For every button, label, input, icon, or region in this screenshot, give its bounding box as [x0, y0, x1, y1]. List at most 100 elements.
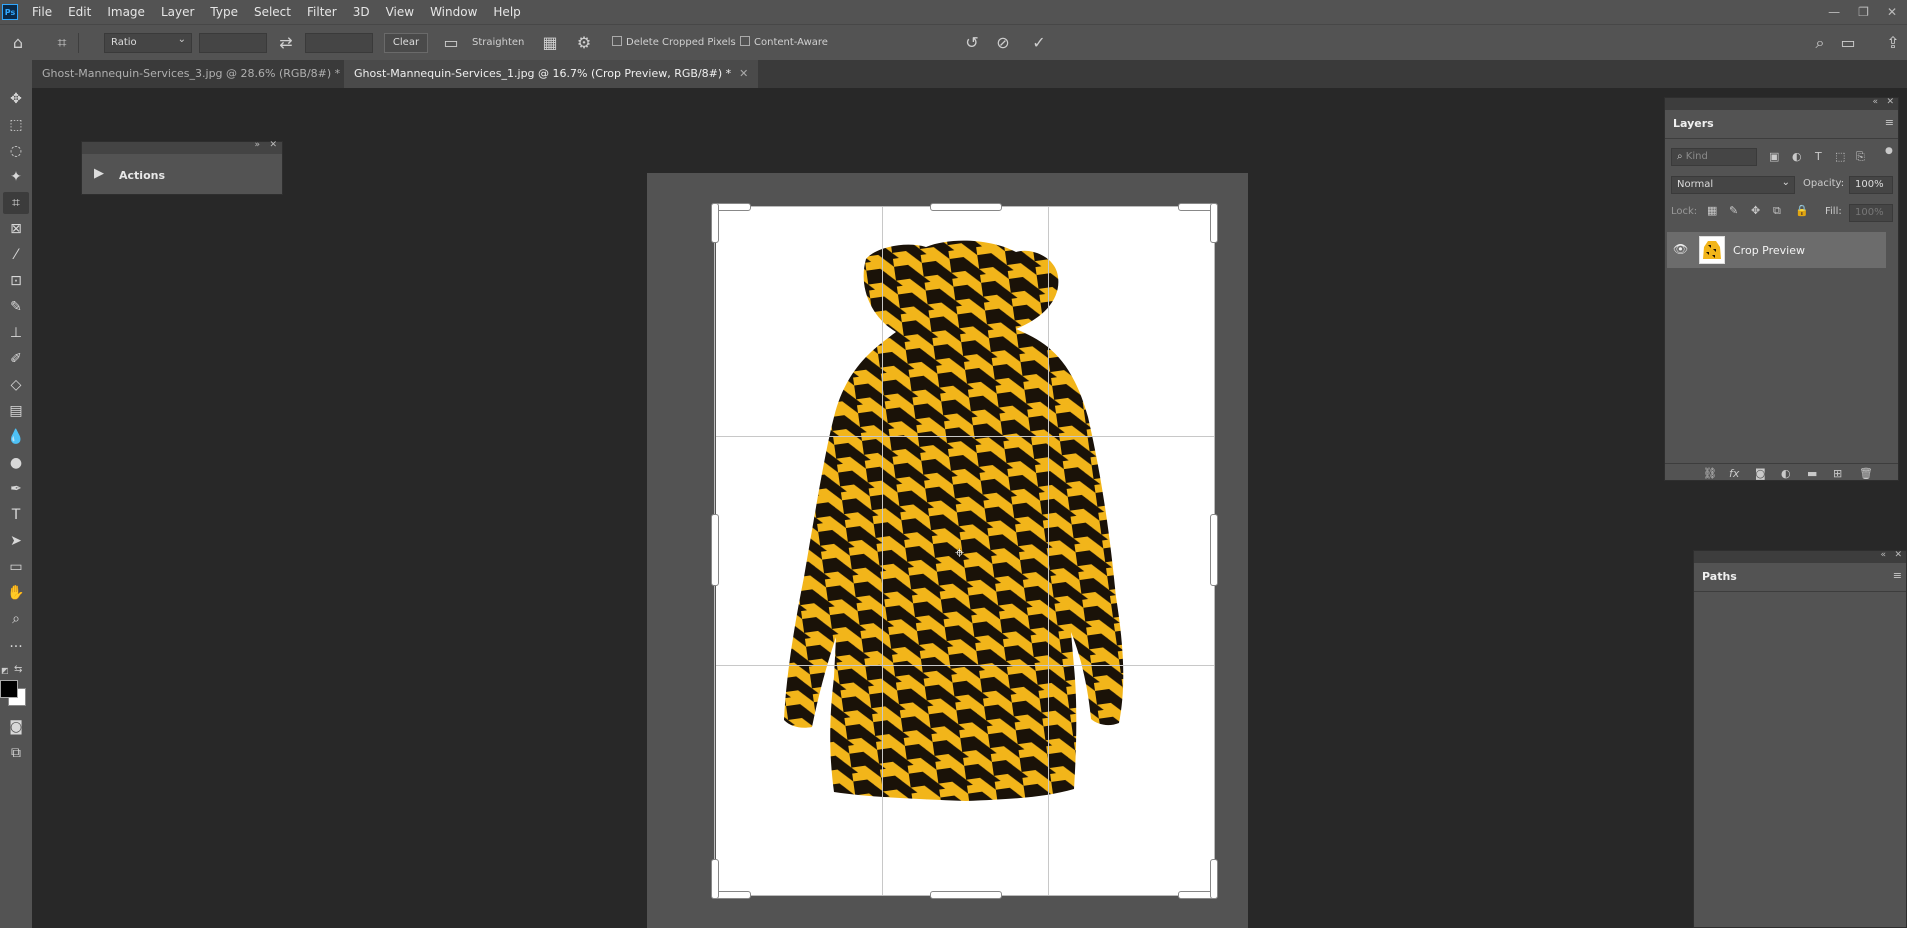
crop-tool-icon[interactable]: ⌗	[3, 192, 29, 214]
move-tool-icon[interactable]: ✥	[3, 88, 29, 110]
healing-brush-tool-icon[interactable]: ⊡	[3, 270, 29, 292]
screen-mode-icon[interactable]: ⧉	[3, 742, 29, 764]
magic-wand-tool-icon[interactable]: ✦	[3, 166, 29, 188]
workspace-icon[interactable]: ▭	[1838, 33, 1858, 53]
new-layer-icon[interactable]: ⊞	[1833, 467, 1842, 480]
tab-layers[interactable]: Layers	[1665, 110, 1722, 138]
crop-handle-top-left[interactable]	[711, 203, 719, 243]
menu-filter[interactable]: Filter	[299, 0, 345, 24]
clone-stamp-tool-icon[interactable]: ⊥	[3, 322, 29, 344]
collapse-panel-icon[interactable]: «	[1880, 550, 1886, 560]
lock-all-icon[interactable]: 🔒	[1795, 204, 1809, 217]
foreground-color-swatch[interactable]	[0, 680, 18, 698]
delete-cropped-pixels-checkbox[interactable]: Delete Cropped Pixels	[612, 33, 736, 53]
layer-row[interactable]: 👁 Crop Preview	[1667, 232, 1886, 268]
crop-frame[interactable]: ⌖	[711, 203, 1218, 899]
type-filter-icon[interactable]: T	[1815, 150, 1822, 163]
path-selection-tool-icon[interactable]: ➤	[3, 530, 29, 552]
close-window-icon[interactable]: ✕	[1887, 5, 1897, 19]
menu-type[interactable]: Type	[202, 0, 246, 24]
eraser-tool-icon[interactable]: ◇	[3, 374, 29, 396]
brush-tool-icon[interactable]: ✎	[3, 296, 29, 318]
add-mask-icon[interactable]: ◙	[1755, 467, 1766, 480]
filter-toggle-icon[interactable]: ●	[1885, 146, 1893, 156]
opacity-input[interactable]: 100%	[1849, 176, 1893, 194]
commit-crop-icon[interactable]: ✓	[1029, 33, 1049, 53]
close-tab-icon[interactable]: ✕	[739, 67, 748, 80]
panel-menu-icon[interactable]: ≡	[1893, 569, 1902, 582]
lasso-tool-icon[interactable]: ◌	[3, 140, 29, 162]
hand-tool-icon[interactable]: ✋	[3, 582, 29, 604]
blur-tool-icon[interactable]: 💧	[3, 426, 29, 448]
share-icon[interactable]: ⇪	[1883, 33, 1903, 53]
ratio-height-input[interactable]	[305, 33, 373, 53]
crop-options-gear-icon[interactable]: ⚙	[574, 33, 594, 53]
menu-edit[interactable]: Edit	[60, 0, 99, 24]
crop-handle-bottom-left[interactable]	[711, 859, 719, 899]
panel-header[interactable]: » ✕	[82, 140, 282, 154]
ratio-width-input[interactable]	[199, 33, 267, 53]
more-tools-icon[interactable]: ···	[3, 636, 29, 658]
home-icon[interactable]: ⌂	[8, 33, 28, 53]
swap-icon[interactable]: ⇄	[276, 33, 296, 53]
layer-filter-select[interactable]: ⌕ Kind	[1671, 148, 1757, 166]
restore-icon[interactable]: ❐	[1858, 5, 1869, 19]
crop-handle-bottom[interactable]	[930, 891, 1002, 899]
swap-colors-icon[interactable]: ⇆	[14, 664, 22, 675]
reset-icon[interactable]: ↺	[962, 33, 982, 53]
fill-input[interactable]: 100%	[1849, 204, 1893, 222]
menu-image[interactable]: Image	[99, 0, 153, 24]
close-panel-icon[interactable]: ✕	[269, 140, 277, 150]
panel-header[interactable]: « ✕	[1694, 550, 1906, 563]
menu-3d[interactable]: 3D	[345, 0, 378, 24]
straighten-button[interactable]: Straighten	[472, 33, 524, 53]
history-brush-tool-icon[interactable]: ✐	[3, 348, 29, 370]
expand-panel-icon[interactable]: »	[254, 140, 260, 150]
menu-select[interactable]: Select	[246, 0, 299, 24]
crop-handle-bottom-right[interactable]	[1210, 859, 1218, 899]
search-icon[interactable]: ⌕	[1810, 33, 1830, 53]
adjustment-filter-icon[interactable]: ◐	[1792, 150, 1802, 163]
eye-icon[interactable]: 👁	[1673, 242, 1688, 256]
trash-icon[interactable]: 🗑	[1859, 467, 1873, 480]
clear-button[interactable]: Clear	[384, 33, 428, 53]
eyedropper-tool-icon[interactable]: ⁄	[3, 244, 29, 266]
smart-object-filter-icon[interactable]: ⎘	[1856, 150, 1865, 164]
crop-handle-right[interactable]	[1210, 514, 1218, 586]
collapse-panel-icon[interactable]: «	[1872, 97, 1878, 107]
tab-document-3[interactable]: Ghost-Mannequin-Services_3.jpg @ 28.6% (…	[32, 60, 367, 88]
shape-filter-icon[interactable]: ⬚	[1835, 150, 1845, 163]
panel-header[interactable]: « ✕	[1665, 97, 1898, 110]
minimize-icon[interactable]: —	[1828, 5, 1840, 19]
straighten-icon[interactable]: ▭	[441, 33, 461, 53]
menu-file[interactable]: File	[24, 0, 60, 24]
overlay-grid-icon[interactable]: ▦	[540, 33, 560, 53]
crop-handle-top[interactable]	[930, 203, 1002, 211]
crop-tool-preset-icon[interactable]: ⌗	[52, 33, 72, 53]
link-layers-icon[interactable]: ⛓	[1703, 467, 1717, 480]
frame-tool-icon[interactable]: ⊠	[3, 218, 29, 240]
gradient-tool-icon[interactable]: ▤	[3, 400, 29, 422]
pixel-filter-icon[interactable]: ▣	[1769, 150, 1779, 163]
crop-handle-top-right[interactable]	[1210, 203, 1218, 243]
lock-artboard-icon[interactable]: ⧉	[1773, 204, 1781, 218]
tab-paths[interactable]: Paths	[1694, 563, 1745, 591]
rectangle-tool-icon[interactable]: ▭	[3, 556, 29, 578]
default-colors-icon[interactable]: ◩	[1, 666, 9, 675]
fx-icon[interactable]: fx	[1729, 467, 1739, 480]
zoom-tool-icon[interactable]: ⌕	[3, 608, 29, 630]
layer-name[interactable]: Crop Preview	[1733, 244, 1805, 257]
ratio-select[interactable]: Ratio	[104, 31, 192, 53]
close-panel-icon[interactable]: ✕	[1886, 97, 1894, 107]
lock-transparent-icon[interactable]: ▦	[1707, 204, 1717, 217]
tab-document-1[interactable]: Ghost-Mannequin-Services_1.jpg @ 16.7% (…	[344, 60, 759, 88]
pen-tool-icon[interactable]: ✒	[3, 478, 29, 500]
crop-handle-left[interactable]	[711, 514, 719, 586]
quick-mask-icon[interactable]: ◙	[3, 716, 29, 738]
menu-help[interactable]: Help	[485, 0, 528, 24]
blend-mode-select[interactable]: Normal ⌄	[1671, 176, 1795, 194]
play-icon[interactable]: ▶	[94, 166, 104, 181]
lock-position-icon[interactable]: ✥	[1751, 204, 1760, 217]
dodge-tool-icon[interactable]: ●	[3, 452, 29, 474]
menu-layer[interactable]: Layer	[153, 0, 202, 24]
